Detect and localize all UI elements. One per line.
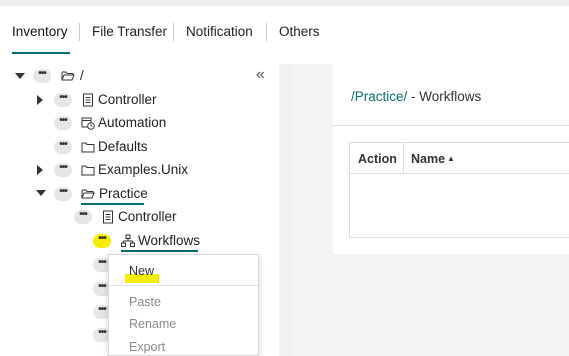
expand-toggle-icon[interactable] (37, 95, 43, 105)
column-header-action: Action (358, 152, 397, 166)
context-menu: New Paste Rename Export (108, 254, 259, 356)
tab-file-transfer[interactable]: File Transfer (92, 24, 167, 39)
column-header-name[interactable]: Name (411, 152, 445, 166)
controller-icon (83, 93, 93, 107)
breadcrumb: /Practice/ - Workflows (351, 89, 481, 104)
menu-item-export[interactable]: Export (129, 340, 165, 354)
node-actions-button[interactable]: ••• (54, 116, 72, 130)
tab-separator (79, 23, 80, 41)
folder-icon (81, 142, 95, 153)
menu-item-rename[interactable]: Rename (129, 317, 176, 331)
tree-node-practice[interactable]: Practice (99, 186, 148, 201)
node-actions-button[interactable]: ••• (33, 69, 51, 83)
node-actions-button[interactable]: ••• (54, 187, 72, 201)
breadcrumb-current: - Workflows (407, 89, 482, 104)
divider (333, 125, 569, 126)
node-actions-button[interactable]: ••• (54, 140, 72, 154)
expand-toggle-icon[interactable] (36, 190, 46, 196)
tab-separator (173, 23, 174, 41)
folder-open-icon (81, 189, 95, 199)
tree-node-root[interactable]: / (80, 68, 84, 83)
tree-node-automation[interactable]: Automation (98, 115, 166, 130)
node-actions-button[interactable]: ••• (54, 93, 72, 107)
panel-splitter[interactable] (279, 64, 293, 356)
selected-node-indicator (121, 250, 198, 252)
collapse-panel-icon[interactable]: « (256, 66, 265, 84)
tab-others[interactable]: Others (279, 24, 320, 39)
column-separator (403, 143, 404, 174)
tree-node-workflows[interactable]: Workflows (138, 233, 200, 248)
breadcrumb-link[interactable]: /Practice/ (351, 89, 407, 104)
workflows-table: Action Name ▲ (349, 142, 569, 238)
menu-item-paste[interactable]: Paste (129, 295, 161, 309)
selected-path-indicator (81, 203, 144, 205)
menu-item-new[interactable]: New (129, 264, 154, 278)
folder-icon (81, 165, 95, 176)
node-actions-button[interactable]: ••• (54, 163, 72, 177)
workflows-actions-button[interactable]: ••• (93, 234, 111, 248)
tab-bar: Inventory File Transfer Notification Oth… (0, 6, 569, 64)
sort-ascending-icon[interactable]: ▲ (447, 154, 455, 163)
tree-node-defaults[interactable]: Defaults (98, 139, 148, 154)
controller-icon (103, 210, 113, 224)
tab-inventory[interactable]: Inventory (12, 24, 68, 39)
workflow-icon (121, 234, 135, 247)
tab-notification[interactable]: Notification (186, 24, 253, 39)
active-tab-indicator (12, 52, 70, 54)
tree-node-practice-controller[interactable]: Controller (118, 209, 177, 224)
folder-open-icon (61, 71, 75, 81)
tab-separator (266, 23, 267, 41)
node-actions-button[interactable]: ••• (74, 210, 92, 224)
expand-toggle-icon[interactable] (15, 73, 25, 79)
tree-node-examples-unix[interactable]: Examples.Unix (98, 162, 188, 177)
calendar-clock-icon (81, 117, 95, 130)
tree-node-controller[interactable]: Controller (98, 92, 157, 107)
expand-toggle-icon[interactable] (37, 165, 43, 175)
menu-separator (109, 285, 258, 286)
table-header: Action Name ▲ (350, 143, 569, 174)
